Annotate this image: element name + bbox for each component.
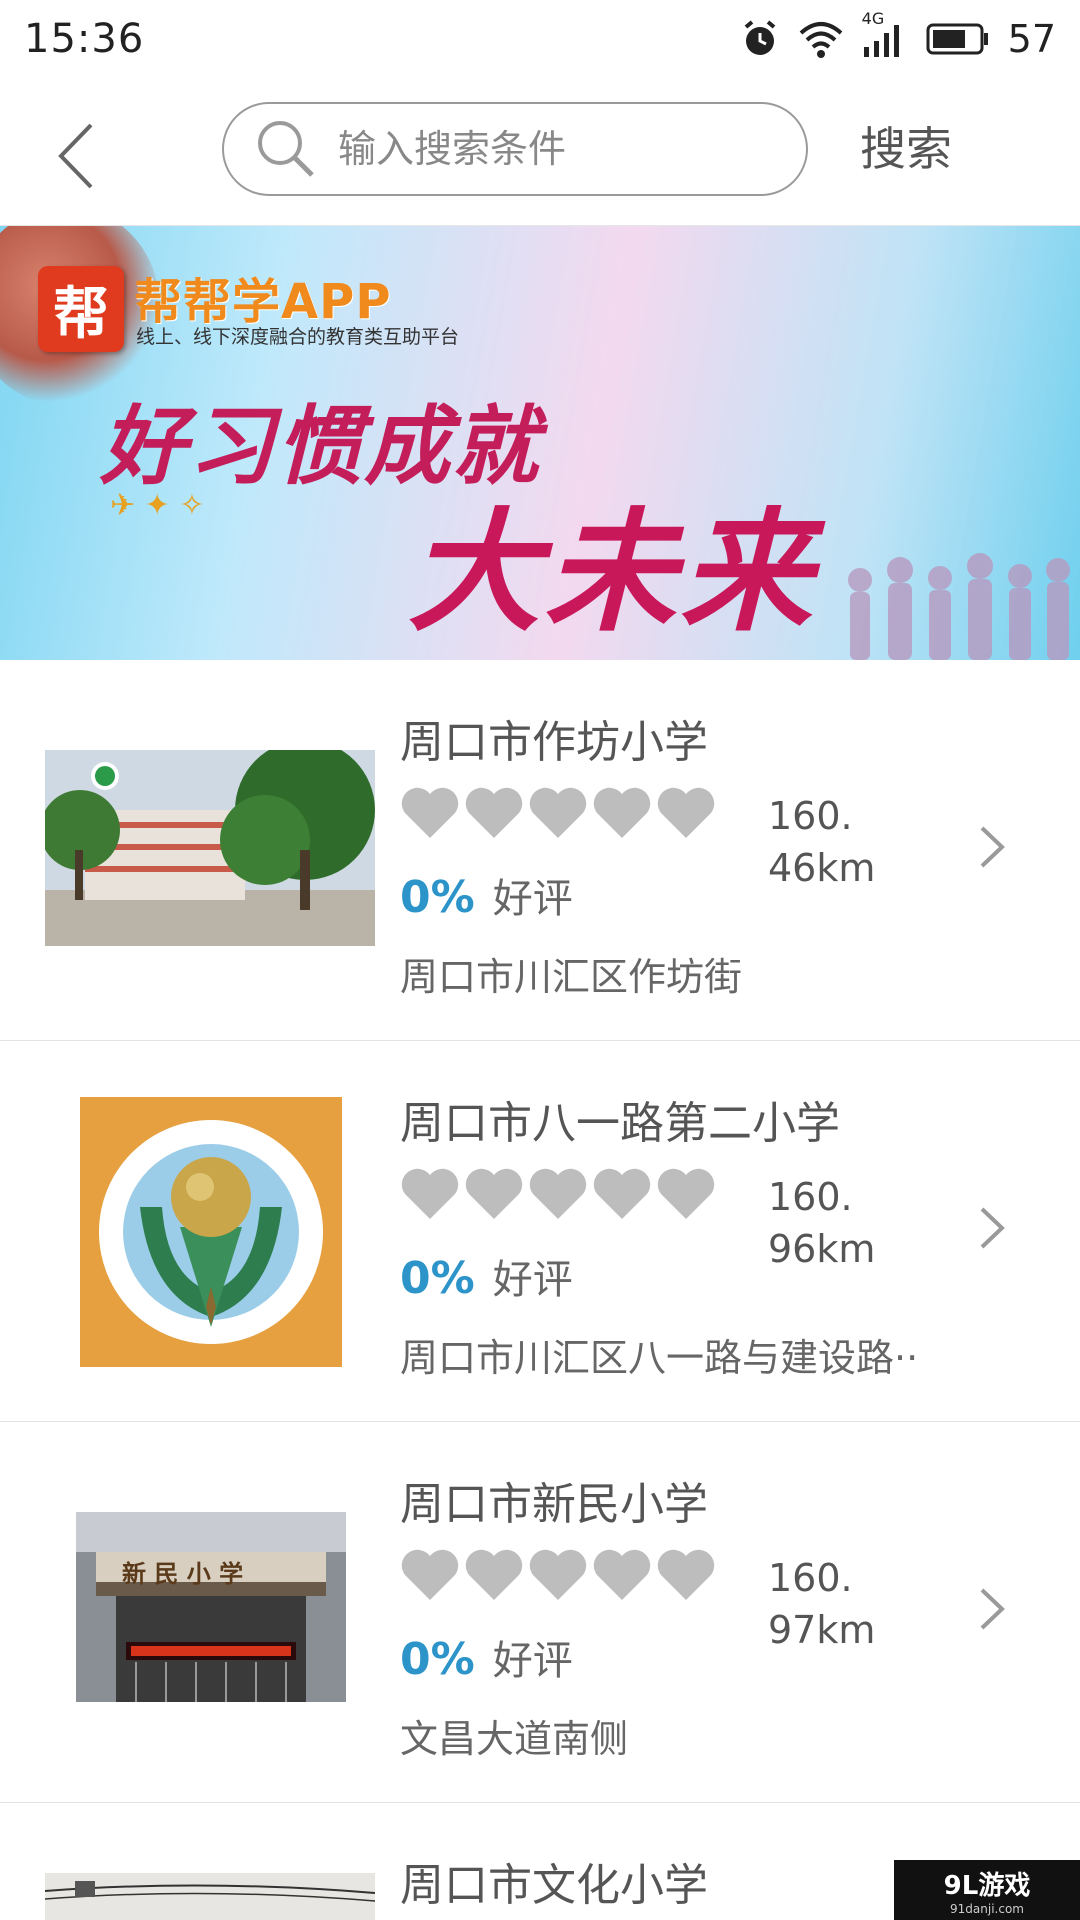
watermark-sub: 91danji.com bbox=[950, 1901, 1024, 1916]
wifi-icon bbox=[798, 19, 844, 59]
signal-icon: 4G bbox=[862, 9, 908, 59]
school-name: 周口市新民小学 bbox=[400, 1479, 708, 1530]
heart-icon bbox=[465, 787, 523, 838]
heart-icon bbox=[401, 787, 459, 838]
watermark-main: 9L游戏 bbox=[943, 1870, 1031, 1901]
heart-icon bbox=[593, 1549, 651, 1600]
praise-percent: 0% bbox=[400, 872, 475, 923]
search-input[interactable] bbox=[338, 127, 758, 171]
school-photo bbox=[45, 750, 375, 946]
distance-line2: 96km bbox=[768, 1227, 876, 1271]
search-icon bbox=[258, 121, 314, 177]
heart-rating bbox=[400, 786, 716, 840]
praise-rate: 0% 好评 bbox=[400, 866, 573, 924]
praise-rate: 0% 好评 bbox=[400, 1628, 573, 1686]
chevron-right-icon bbox=[980, 826, 1005, 868]
distance-line2: 46km bbox=[768, 846, 876, 890]
heart-icon bbox=[657, 1549, 715, 1600]
praise-label: 好评 bbox=[492, 876, 573, 922]
heart-icon bbox=[529, 787, 587, 838]
chevron-right-icon bbox=[980, 1207, 1005, 1249]
status-time: 15:36 bbox=[24, 16, 145, 62]
list-item[interactable]: 周口市八一路第二小学 0% 好评 160. 96km 周口市川汇区八一路与建设路… bbox=[0, 1041, 1080, 1422]
school-name: 周口市文化小学 bbox=[400, 1860, 708, 1911]
school-address: 周口市川汇区作坊街 bbox=[400, 955, 743, 999]
heart-icon bbox=[465, 1549, 523, 1600]
praise-label: 好评 bbox=[492, 1257, 573, 1303]
school-address: 文昌大道南侧 bbox=[400, 1717, 629, 1761]
search-header: 搜索 bbox=[0, 78, 1080, 226]
status-icons: 4G 57 bbox=[740, 9, 1056, 61]
school-photo bbox=[45, 1873, 375, 1920]
praise-label: 好评 bbox=[492, 1638, 573, 1684]
praise-rate: 0% 好评 bbox=[400, 1247, 573, 1305]
distance: 160. 97km bbox=[768, 1552, 888, 1656]
children-silhouette-icon bbox=[848, 553, 1070, 660]
distance-line1: 160. bbox=[768, 1556, 853, 1600]
back-button[interactable] bbox=[40, 116, 110, 196]
brand-logo: 帮 bbox=[38, 266, 124, 352]
school-name: 周口市作坊小学 bbox=[400, 717, 708, 768]
heart-rating bbox=[400, 1167, 716, 1221]
distance-line1: 160. bbox=[768, 1175, 853, 1219]
school-name: 周口市八一路第二小学 bbox=[400, 1098, 840, 1149]
heart-icon bbox=[401, 1549, 459, 1600]
gate-sign-text: 新 民 小 学 bbox=[122, 1560, 244, 1588]
praise-percent: 0% bbox=[400, 1634, 475, 1685]
promo-banner[interactable]: 帮 帮帮学APP 线上、线下深度融合的教育类互助平台 好习惯成就 ✈ ✦ ✧ 大… bbox=[0, 226, 1080, 660]
battery-icon bbox=[926, 21, 990, 57]
heart-icon bbox=[401, 1168, 459, 1219]
battery-level: 57 bbox=[1007, 17, 1056, 61]
heart-icon bbox=[529, 1168, 587, 1219]
birds-decoration: ✈ ✦ ✧ bbox=[110, 488, 205, 523]
heart-icon bbox=[593, 787, 651, 838]
banner-slogan-line2: 大未来 bbox=[408, 496, 816, 650]
list-item[interactable]: 周口市作坊小学 0% 好评 160. 46km 周口市川汇区作坊街 bbox=[0, 660, 1080, 1041]
school-address: 周口市川汇区八一路与建设路·· bbox=[400, 1336, 919, 1380]
heart-rating bbox=[400, 1548, 716, 1602]
heart-icon bbox=[657, 787, 715, 838]
search-box[interactable] bbox=[222, 102, 808, 196]
list-item[interactable]: 新 民 小 学 周口市新民小学 0% 好评 160. 97km 文昌大道南侧 bbox=[0, 1422, 1080, 1803]
school-photo: 新 民 小 学 bbox=[76, 1512, 346, 1702]
status-bar: 15:36 4G 57 bbox=[0, 0, 1080, 78]
distance: 160. 46km bbox=[768, 790, 888, 894]
heart-icon bbox=[657, 1168, 715, 1219]
alarm-icon bbox=[740, 19, 780, 59]
praise-percent: 0% bbox=[400, 1253, 475, 1304]
site-watermark: 9L游戏 91danji.com bbox=[894, 1860, 1080, 1920]
school-logo bbox=[80, 1097, 342, 1367]
heart-icon bbox=[465, 1168, 523, 1219]
distance-line1: 160. bbox=[768, 794, 853, 838]
banner-tagline: 线上、线下深度融合的教育类互助平台 bbox=[136, 326, 460, 348]
school-list: 周口市作坊小学 0% 好评 160. 46km 周口市川汇区作坊街 周口市八一路… bbox=[0, 660, 1080, 1920]
distance: 160. 96km bbox=[768, 1171, 888, 1275]
network-label: 4G bbox=[861, 9, 885, 28]
search-button[interactable]: 搜索 bbox=[860, 114, 952, 184]
distance-line2: 97km bbox=[768, 1608, 876, 1652]
heart-icon bbox=[529, 1549, 587, 1600]
heart-icon bbox=[593, 1168, 651, 1219]
chevron-right-icon bbox=[980, 1588, 1005, 1630]
chevron-left-icon bbox=[58, 123, 93, 189]
